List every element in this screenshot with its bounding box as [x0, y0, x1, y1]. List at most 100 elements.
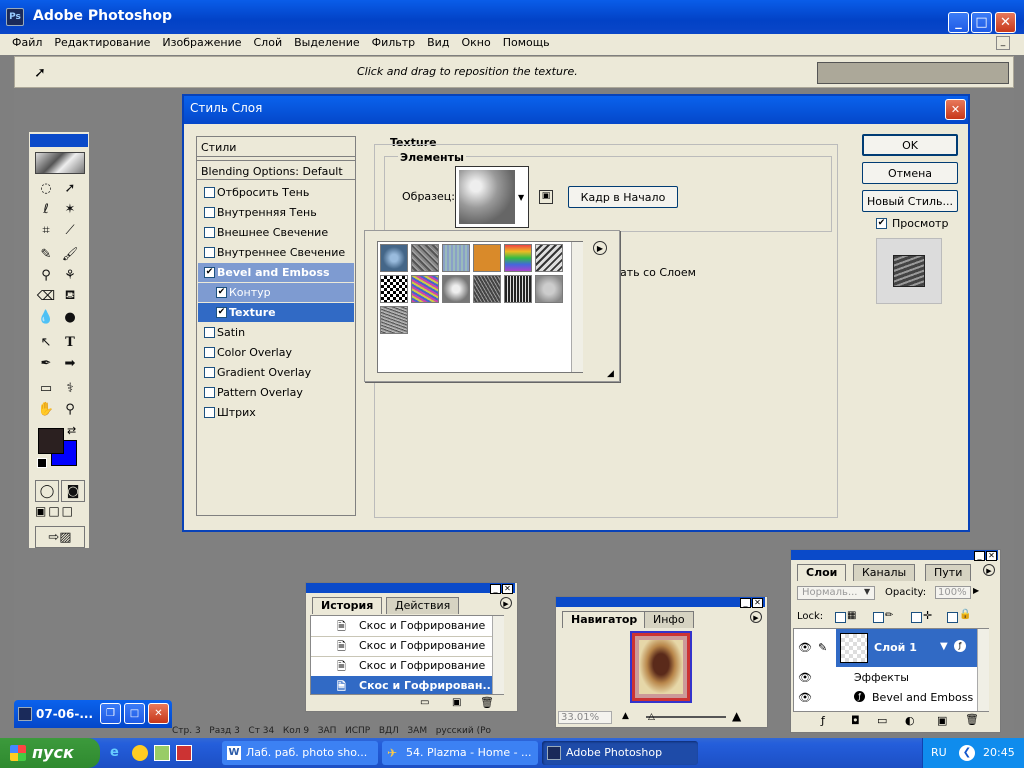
- minimize-button[interactable]: _: [948, 12, 969, 33]
- zoom-slider-thumb[interactable]: △: [648, 712, 655, 722]
- style-checkbox[interactable]: [204, 327, 215, 338]
- move-tool-icon[interactable]: ➚: [59, 178, 81, 198]
- pattern-swatch[interactable]: [380, 306, 408, 334]
- task-plazma[interactable]: ✈ 54. Plazma - Home - ...: [382, 741, 538, 765]
- style-checkbox[interactable]: [204, 347, 215, 358]
- brush-link-icon[interactable]: ✎: [818, 641, 827, 654]
- palette-menu-icon[interactable]: ▶: [983, 564, 995, 576]
- chevron-down-icon[interactable]: ▼: [940, 641, 948, 652]
- jump-to-imageready-icon[interactable]: ⇨▨: [35, 526, 85, 548]
- lasso-tool-icon[interactable]: ℓ: [35, 199, 57, 219]
- hand-tool-icon[interactable]: ✋: [35, 399, 57, 419]
- new-layer-icon[interactable]: ▣: [937, 714, 947, 727]
- pattern-swatch[interactable]: [442, 275, 470, 303]
- marquee-tool-icon[interactable]: ◌: [35, 178, 57, 198]
- style-checkbox[interactable]: [204, 367, 215, 378]
- pattern-grid-scrollbar[interactable]: [571, 242, 583, 372]
- new-document-icon[interactable]: ▭: [420, 697, 429, 708]
- style-item[interactable]: ✔ Texture: [198, 303, 354, 322]
- blur-tool-icon[interactable]: 💧: [35, 307, 57, 327]
- foreground-color-swatch[interactable]: [38, 428, 64, 454]
- close-button[interactable]: ✕: [148, 703, 169, 724]
- new-snapshot-icon[interactable]: ▣: [452, 697, 461, 708]
- style-item[interactable]: Внутренняя Тень: [198, 203, 354, 222]
- chevron-right-icon[interactable]: ▶: [973, 586, 979, 595]
- style-checkbox[interactable]: ✔: [216, 287, 227, 298]
- maximize-button[interactable]: □: [124, 703, 145, 724]
- cancel-button[interactable]: Отмена: [862, 162, 958, 184]
- pattern-picker[interactable]: ▼: [455, 166, 529, 228]
- brush-tool-icon[interactable]: 🖌: [59, 244, 81, 264]
- standard-mode-icon[interactable]: ◯: [35, 480, 59, 502]
- zoom-value-field[interactable]: 33.01%: [558, 711, 612, 724]
- task-photoshop[interactable]: Adobe Photoshop: [542, 741, 698, 765]
- effects-row[interactable]: 👁 Эффекты: [794, 667, 988, 687]
- restore-button[interactable]: ❐: [100, 703, 121, 724]
- style-item[interactable]: Внешнее Свечение: [198, 223, 354, 242]
- effects-icon[interactable]: ƒ: [954, 640, 966, 652]
- media-quicklaunch-icon[interactable]: [132, 745, 148, 761]
- style-checkbox[interactable]: ✔: [204, 267, 215, 278]
- panel-close-button[interactable]: ✕: [752, 598, 763, 608]
- pattern-swatch[interactable]: [473, 244, 501, 272]
- lock-all-checkbox[interactable]: [947, 612, 958, 623]
- pattern-swatch[interactable]: [411, 275, 439, 303]
- history-row-selected[interactable]: 🗎 Скос и Гофрирован...: [311, 676, 503, 694]
- pattern-swatch[interactable]: [380, 275, 408, 303]
- eraser-tool-icon[interactable]: ⌫: [35, 286, 57, 306]
- menu-view[interactable]: Вид: [421, 34, 455, 49]
- style-item[interactable]: ✔ Контур: [198, 283, 354, 302]
- lock-move-checkbox[interactable]: [911, 612, 922, 623]
- style-checkbox[interactable]: ✔: [216, 307, 227, 318]
- eye-icon[interactable]: 👁: [798, 691, 812, 704]
- style-checkbox[interactable]: [204, 387, 215, 398]
- tab-history[interactable]: История: [312, 597, 383, 614]
- panel-minimize-button[interactable]: _: [490, 584, 501, 594]
- zoom-out-icon[interactable]: ▲: [622, 711, 629, 721]
- blend-mode-select[interactable]: Нормаль... ▼: [797, 586, 875, 600]
- style-item[interactable]: Color Overlay: [198, 343, 354, 362]
- minimized-document[interactable]: 07-06-... ❐ □ ✕: [14, 700, 172, 728]
- healing-brush-icon[interactable]: ✎: [35, 244, 57, 264]
- style-checkbox[interactable]: [204, 247, 215, 258]
- stamp-tool-icon[interactable]: ⚲: [35, 265, 57, 285]
- close-button[interactable]: ✕: [995, 12, 1016, 33]
- swap-colors-icon[interactable]: ⇄: [67, 424, 76, 437]
- menu-filter[interactable]: Фильтр: [366, 34, 422, 49]
- style-checkbox[interactable]: [204, 207, 215, 218]
- chevron-down-icon[interactable]: ▼: [518, 193, 524, 202]
- dialog-close-button[interactable]: ✕: [945, 99, 966, 120]
- maximize-button[interactable]: □: [971, 12, 992, 33]
- layer-row-selected[interactable]: 👁 ✎ Слой 1 ▼ ƒ: [794, 629, 988, 667]
- pattern-swatch[interactable]: [535, 275, 563, 303]
- style-item[interactable]: Satin: [198, 323, 354, 342]
- menu-select[interactable]: Выделение: [288, 34, 366, 49]
- language-indicator[interactable]: RU: [931, 746, 947, 759]
- tray-arrow-icon[interactable]: ❮: [959, 745, 975, 761]
- default-colors-icon[interactable]: [37, 458, 47, 468]
- snap-to-origin-button[interactable]: Кадр в Начало: [568, 186, 678, 208]
- pen-tool-icon[interactable]: ✒: [35, 353, 57, 373]
- pattern-swatch[interactable]: [442, 244, 470, 272]
- blending-options[interactable]: Blending Options: Default: [197, 160, 355, 180]
- pattern-swatch[interactable]: [380, 244, 408, 272]
- trash-icon[interactable]: 🗑: [480, 696, 494, 709]
- style-checkbox[interactable]: [204, 227, 215, 238]
- notes-tool-icon[interactable]: ▭: [35, 378, 57, 398]
- eye-icon[interactable]: 👁: [798, 671, 812, 684]
- tab-actions[interactable]: Действия: [386, 597, 460, 614]
- palette-well[interactable]: [817, 62, 1009, 84]
- palette-menu-icon[interactable]: ▶: [750, 611, 762, 623]
- palette-menu-icon[interactable]: ▶: [500, 597, 512, 609]
- layers-panel-header[interactable]: [791, 550, 998, 560]
- style-item[interactable]: Gradient Overlay: [198, 363, 354, 382]
- task-word-document[interactable]: W Лаб. раб. photo sho...: [222, 741, 378, 765]
- palette-menu-icon[interactable]: ▶: [593, 241, 607, 255]
- history-brush-icon[interactable]: ⚘: [59, 265, 81, 285]
- new-preset-icon[interactable]: ▣: [539, 190, 553, 204]
- pattern-swatch[interactable]: [473, 275, 501, 303]
- slice-tool-icon[interactable]: ⟋: [59, 220, 81, 240]
- history-scrollbar[interactable]: [492, 616, 504, 694]
- style-item[interactable]: Внутреннее Свечение: [198, 243, 354, 262]
- eyedropper-icon[interactable]: ⚕: [59, 378, 81, 398]
